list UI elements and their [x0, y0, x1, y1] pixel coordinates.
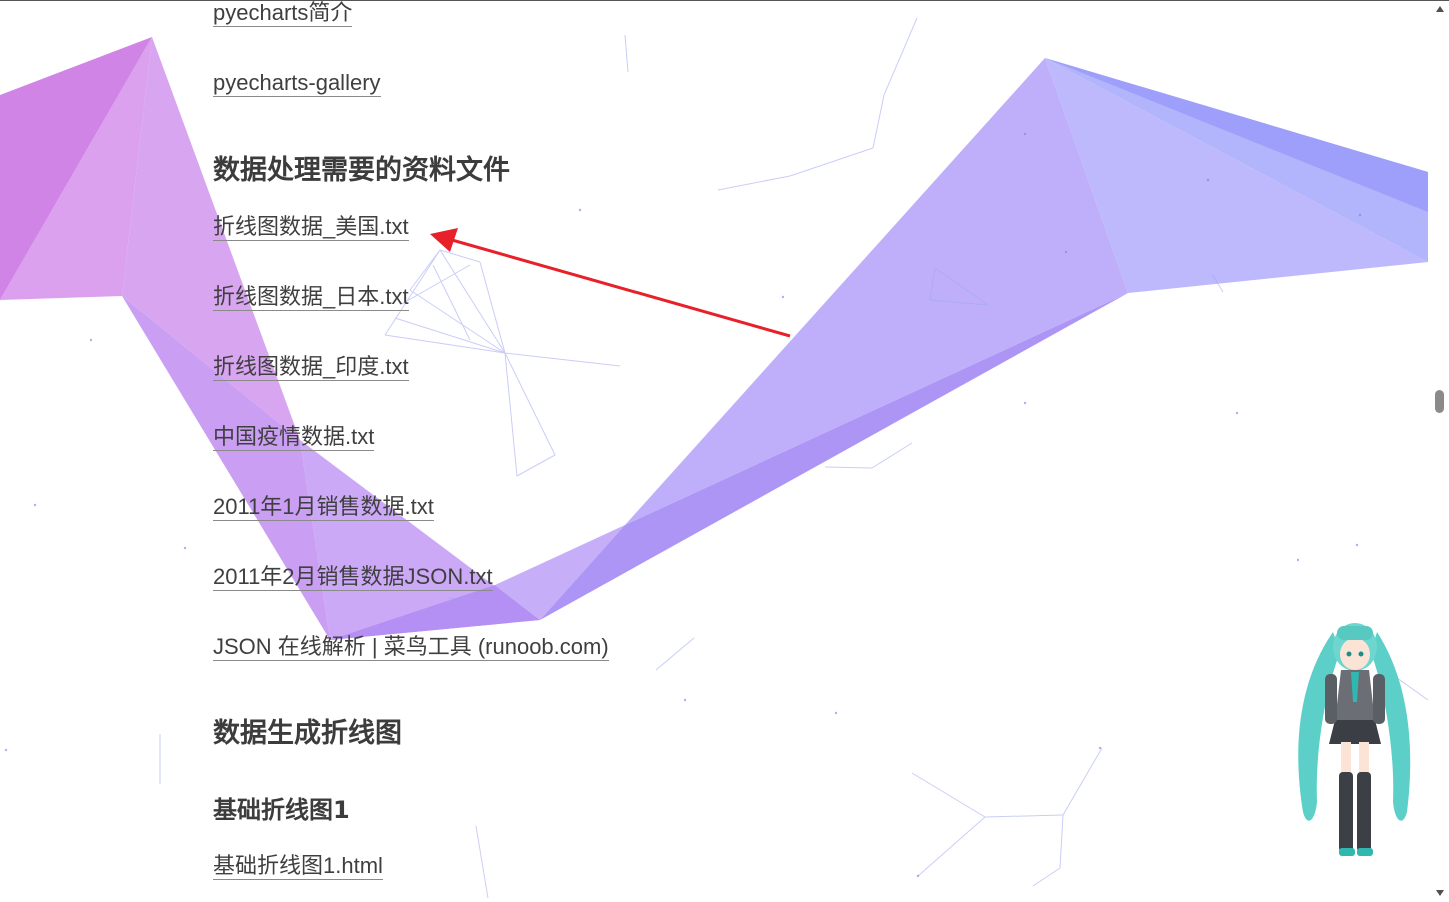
link-sales-data-feb-2011-json[interactable]: 2011年2月销售数据JSON.txt — [213, 564, 493, 591]
scroll-down-icon[interactable] — [1436, 890, 1444, 896]
link-sales-data-jan-2011[interactable]: 2011年1月销售数据.txt — [213, 494, 434, 521]
link-line-data-usa[interactable]: 折线图数据_美国.txt — [213, 214, 409, 241]
article-content: pyecharts简介 pyecharts-gallery 数据处理需要的资料文… — [0, 0, 1449, 902]
link-china-epidemic-data[interactable]: 中国疫情数据.txt — [213, 424, 375, 451]
link-json-parser-runoob[interactable]: JSON 在线解析 | 菜鸟工具 (runoob.com) — [213, 634, 609, 661]
heading-generate-line-chart: 数据生成折线图 — [213, 718, 402, 749]
scrollbar-thumb[interactable] — [1435, 390, 1444, 413]
scroll-up-icon[interactable] — [1436, 6, 1444, 12]
anime-mascot-icon — [1298, 623, 1411, 856]
link-line-data-india[interactable]: 折线图数据_印度.txt — [213, 354, 409, 381]
link-pyecharts-intro[interactable]: pyecharts简介 — [213, 0, 353, 27]
vertical-scrollbar[interactable] — [1431, 0, 1449, 902]
link-basic-line-chart-html[interactable]: 基础折线图1.html — [213, 853, 383, 880]
top-border — [0, 0, 1449, 1]
link-pyecharts-gallery[interactable]: pyecharts-gallery — [213, 70, 381, 97]
heading-data-files: 数据处理需要的资料文件 — [213, 155, 510, 186]
subheading-basic-line-chart: 基础折线图1 — [213, 796, 350, 824]
link-line-data-japan[interactable]: 折线图数据_日本.txt — [213, 284, 409, 311]
